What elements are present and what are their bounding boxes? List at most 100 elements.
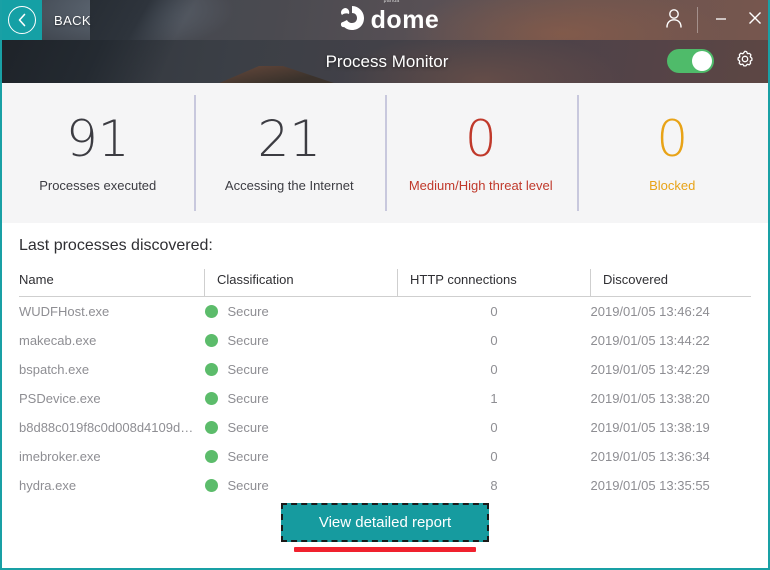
classification-label: Secure: [227, 391, 269, 406]
cell-discovered: 2019/01/05 13:38:19: [590, 420, 710, 435]
status-dot-icon: [204, 305, 218, 318]
chevron-left-icon: [8, 6, 36, 34]
stat-processes-executed: 91 Processes executed: [2, 83, 194, 223]
user-icon: [665, 8, 683, 33]
column-header-discovered[interactable]: Discovered: [590, 269, 751, 297]
gear-icon: [732, 50, 758, 78]
table-row[interactable]: b8d88c019f8c0d008d4109d… Secure 0 2019/0…: [19, 413, 751, 442]
cell-http: 0: [398, 355, 591, 384]
http-count: 0: [490, 304, 498, 319]
module-header-background: [2, 40, 182, 83]
cell-http: 0: [398, 326, 591, 355]
cell-discovered: 2019/01/05 13:35:55: [590, 478, 710, 493]
cell-discovered: 2019/01/05 13:42:29: [590, 362, 710, 377]
cell-name: hydra.exe: [19, 478, 77, 493]
cell-name: PSDevice.exe: [19, 391, 101, 406]
cell-name: makecab.exe: [19, 333, 97, 348]
table-header: Name Classification HTTP connections Dis…: [19, 269, 751, 297]
process-monitor-toggle[interactable]: [667, 49, 714, 73]
minimize-button[interactable]: [704, 0, 738, 40]
window-controls: [657, 0, 768, 40]
table-row[interactable]: imebroker.exe Secure 0 2019/01/05 13:36:…: [19, 442, 751, 471]
cell-classification: Secure: [204, 297, 398, 327]
title-bar: BACK panda dome: [2, 0, 768, 40]
processes-table: Name Classification HTTP connections Dis…: [19, 269, 751, 500]
table-row[interactable]: PSDevice.exe Secure 1 2019/01/05 13:38:2…: [19, 384, 751, 413]
cell-name: WUDFHost.exe: [19, 304, 110, 319]
column-header-name[interactable]: Name: [19, 269, 205, 297]
statistics-panel: 91 Processes executed 21 Accessing the I…: [2, 83, 768, 223]
stat-threat-level: 0 Medium/High threat level: [385, 83, 577, 223]
close-button[interactable]: [738, 0, 768, 40]
table-row[interactable]: hydra.exe Secure 8 2019/01/05 13:35:55: [19, 471, 751, 500]
cell-classification: Secure: [204, 384, 398, 413]
classification-label: Secure: [227, 420, 269, 435]
module-header-background-peak: [217, 66, 337, 83]
classification-label: Secure: [227, 478, 269, 493]
stat-value: 0: [464, 109, 497, 168]
http-count: 1: [490, 391, 498, 406]
cell-discovered: 2019/01/05 13:36:34: [590, 449, 710, 464]
stat-label: Accessing the Internet: [224, 177, 354, 193]
cell-classification: Secure: [204, 442, 398, 471]
status-dot-icon: [204, 421, 218, 434]
http-count: 0: [490, 420, 498, 435]
column-header-classification[interactable]: Classification: [204, 269, 398, 297]
account-button[interactable]: [657, 0, 691, 40]
back-label[interactable]: BACK: [54, 0, 91, 40]
cell-classification: Secure: [204, 355, 398, 384]
cell-discovered: 2019/01/05 13:38:20: [590, 391, 710, 406]
stat-value: 91: [65, 109, 130, 168]
stat-label: Medium/High threat level: [408, 177, 553, 193]
status-dot-icon: [204, 334, 218, 347]
classification-label: Secure: [227, 449, 269, 464]
cell-http: 0: [398, 297, 591, 327]
stat-label: Processes executed: [39, 177, 157, 193]
column-header-http[interactable]: HTTP connections: [397, 269, 591, 297]
view-detailed-report-button[interactable]: View detailed report: [280, 502, 490, 542]
status-dot-icon: [204, 479, 218, 492]
header-background-image: [90, 0, 200, 40]
back-button[interactable]: [2, 0, 42, 40]
cell-discovered: 2019/01/05 13:46:24: [590, 304, 710, 319]
content-area: Last processes discovered: Name Classifi…: [2, 223, 768, 566]
annotation-underline: [294, 547, 476, 552]
status-dot-icon: [204, 450, 218, 463]
close-icon: [746, 9, 764, 32]
http-count: 8: [490, 478, 498, 493]
table-row[interactable]: WUDFHost.exe Secure 0 2019/01/05 13:46:2…: [19, 297, 751, 327]
footer-actions: View detailed report: [2, 502, 768, 552]
logo-wordmark: panda dome: [370, 0, 440, 34]
stat-accessing-internet: 21 Accessing the Internet: [193, 83, 386, 223]
cell-name: imebroker.exe: [19, 449, 101, 464]
stat-label: Blocked: [649, 177, 696, 193]
table-row[interactable]: makecab.exe Secure 0 2019/01/05 13:44:22: [19, 326, 751, 355]
minimize-icon: [713, 10, 729, 31]
classification-label: Secure: [227, 362, 269, 377]
stat-blocked: 0 Blocked: [576, 83, 769, 223]
table-body: WUDFHost.exe Secure 0 2019/01/05 13:46:2…: [19, 297, 751, 501]
table-row[interactable]: bspatch.exe Secure 0 2019/01/05 13:42:29: [19, 355, 751, 384]
panda-logo-icon: [335, 4, 365, 37]
cell-classification: Secure: [204, 326, 398, 355]
cell-discovered: 2019/01/05 13:44:22: [590, 333, 710, 348]
stat-value: 21: [257, 109, 322, 168]
toggle-knob: [692, 51, 712, 71]
settings-button[interactable]: [732, 48, 758, 74]
panda-dome-window: BACK panda dome Process Monitor 91 Proce…: [0, 0, 770, 570]
cell-classification: Secure: [204, 413, 398, 442]
http-count: 0: [490, 449, 498, 464]
cell-http: 1: [398, 384, 591, 413]
stat-value: 0: [656, 109, 689, 168]
http-count: 0: [490, 333, 498, 348]
cell-classification: Secure: [204, 471, 398, 500]
cell-name: bspatch.exe: [19, 362, 90, 377]
classification-label: Secure: [227, 304, 269, 319]
logo-main-text: dome: [370, 5, 440, 34]
classification-label: Secure: [227, 333, 269, 348]
cell-http: 8: [398, 471, 591, 500]
controls-divider: [697, 7, 698, 33]
module-header-bar: [2, 40, 768, 83]
http-count: 0: [490, 362, 498, 377]
cell-name: b8d88c019f8c0d008d4109d…: [19, 420, 194, 435]
